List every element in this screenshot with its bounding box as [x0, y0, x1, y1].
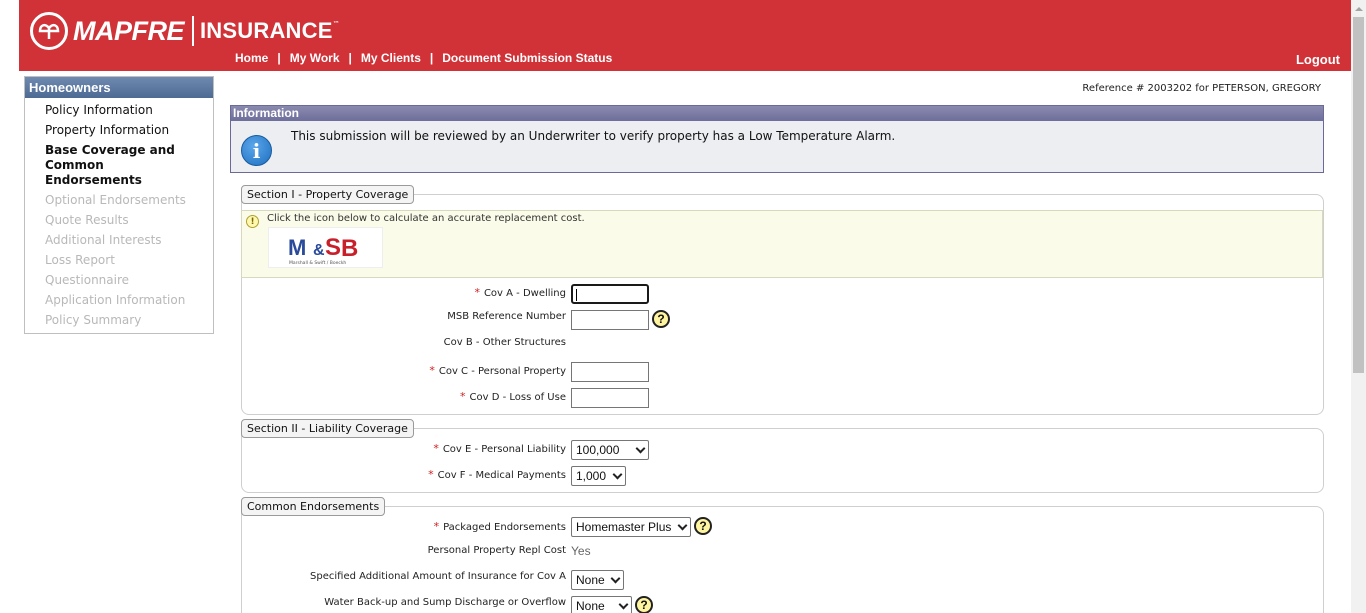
svg-text:S: S — [325, 234, 341, 261]
svg-text:M: M — [288, 235, 305, 260]
chevron-down-icon — [677, 520, 688, 530]
information-message: This submission will be reviewed by an U… — [291, 129, 896, 143]
sidebar-item-application-information: Application Information — [45, 293, 186, 307]
scroll-up-arrow-icon[interactable] — [1351, 0, 1366, 17]
nav-separator: | — [348, 51, 352, 65]
nav-my-work-link[interactable]: My Work — [290, 51, 340, 65]
specified-additional-amount-select[interactable]: None — [571, 570, 624, 590]
sidebar-item-additional-interests: Additional Interests — [45, 233, 162, 247]
chevron-down-icon — [610, 573, 621, 583]
tip-text: Click the icon below to calculate an acc… — [267, 213, 585, 224]
msb-calculator-button[interactable]: M & S B Marshall & Swift / Boeckh — [268, 227, 383, 268]
cov-a-dwelling-input[interactable] — [571, 284, 649, 304]
sidebar-item-policy-summary: Policy Summary — [45, 313, 142, 327]
cov-d-loss-of-use-input[interactable] — [571, 388, 649, 408]
water-backup-help-icon[interactable]: ? — [635, 596, 653, 613]
brand-product: INSURANCE — [200, 18, 333, 43]
trademark: ™ — [332, 20, 340, 28]
brand-name: MAPFRE — [73, 15, 185, 46]
workflow-sidebar: Homeowners Policy Information Property I… — [24, 76, 214, 334]
app-header: MAPFRE INSURANCE ™ Home | My Work | My C… — [19, 0, 1351, 71]
cov-f-label: * Cov F - Medical Payments — [428, 468, 566, 481]
required-marker: * — [433, 520, 440, 533]
cov-c-label: * Cov C - Personal Property — [429, 364, 566, 377]
sidebar-item-property-information[interactable]: Property Information — [45, 123, 213, 138]
chevron-down-icon — [618, 599, 629, 609]
water-backup-select[interactable]: None — [571, 596, 632, 613]
chevron-down-icon — [635, 443, 646, 453]
packaged-endorsements-label: * Packaged Endorsements — [433, 520, 566, 533]
required-marker: * — [460, 390, 466, 403]
svg-text:&: & — [313, 242, 325, 259]
cov-e-label: * Cov E - Personal Liability — [433, 442, 566, 455]
scroll-thumb[interactable] — [1353, 17, 1364, 373]
msb-reference-input[interactable] — [571, 310, 649, 330]
packaged-endorsements-select[interactable]: Homemaster Plus — [571, 517, 691, 537]
sidebar-title: Homeowners — [25, 77, 213, 98]
nav-separator: | — [277, 51, 281, 65]
logo-divider — [192, 16, 194, 46]
cov-e-personal-liability-select[interactable]: 100,000 — [571, 440, 649, 460]
cov-d-label: * Cov D - Loss of Use — [460, 390, 566, 403]
msb-help-icon[interactable]: ? — [652, 310, 670, 328]
information-title: Information — [231, 106, 1323, 121]
required-marker: * — [433, 442, 439, 455]
cov-a-label: * Cov A - Dwelling — [474, 286, 566, 299]
info-icon: i — [241, 135, 272, 166]
chevron-down-icon — [612, 469, 623, 479]
personal-property-repl-cost-label: Personal Property Repl Cost — [427, 545, 566, 556]
required-marker: * — [428, 468, 434, 481]
sidebar-item-policy-information[interactable]: Policy Information — [45, 103, 213, 118]
section-property-coverage-title: Section I - Property Coverage — [241, 185, 415, 204]
required-marker: * — [474, 286, 480, 299]
nav-document-status-link[interactable]: Document Submission Status — [442, 51, 612, 65]
personal-property-repl-cost-value: Yes — [571, 544, 591, 558]
replacement-cost-tip: ! Click the icon below to calculate an a… — [241, 210, 1323, 278]
nav-separator: | — [429, 51, 434, 65]
specified-additional-amount-label: Specified Additional Amount of Insurance… — [310, 571, 566, 582]
cov-f-medical-payments-select[interactable]: 1,000 — [571, 466, 626, 486]
section-common-endorsements-title: Common Endorsements — [241, 497, 386, 516]
svg-text:B: B — [341, 235, 358, 262]
warning-icon: ! — [246, 215, 259, 228]
packaged-help-icon[interactable]: ? — [694, 517, 712, 535]
msb-reference-label: MSB Reference Number — [447, 311, 566, 322]
top-nav: Home | My Work | My Clients | Document S… — [235, 51, 612, 65]
information-panel: Information i This submission will be re… — [230, 105, 1324, 173]
section-liability-coverage-title: Section II - Liability Coverage — [241, 419, 414, 438]
msb-caption: Marshall & Swift / Boeckh — [289, 260, 346, 266]
required-marker: * — [429, 364, 435, 377]
logout-link[interactable]: Logout — [1296, 52, 1340, 67]
mapfre-emblem-icon — [30, 12, 68, 50]
sidebar-item-optional-endorsements: Optional Endorsements — [45, 193, 186, 207]
sidebar-item-base-coverage[interactable]: Base Coverage and Common Endorsements — [45, 143, 185, 188]
nav-home-link[interactable]: Home — [235, 51, 268, 65]
sidebar-item-loss-report: Loss Report — [45, 253, 115, 267]
cov-c-personal-property-input[interactable] — [571, 362, 649, 382]
nav-my-clients-link[interactable]: My Clients — [361, 51, 421, 65]
water-backup-label: Water Back-up and Sump Discharge or Over… — [324, 597, 566, 608]
page-scrollbar[interactable] — [1351, 0, 1366, 613]
cov-b-label: Cov B - Other Structures — [443, 337, 566, 348]
sidebar-item-quote-results: Quote Results — [45, 213, 129, 227]
sidebar-item-questionnaire: Questionnaire — [45, 273, 130, 287]
mapfre-logo[interactable]: MAPFRE INSURANCE ™ — [30, 12, 340, 50]
reference-number: Reference # 2003202 for PETERSON, GREGOR… — [1082, 83, 1321, 94]
